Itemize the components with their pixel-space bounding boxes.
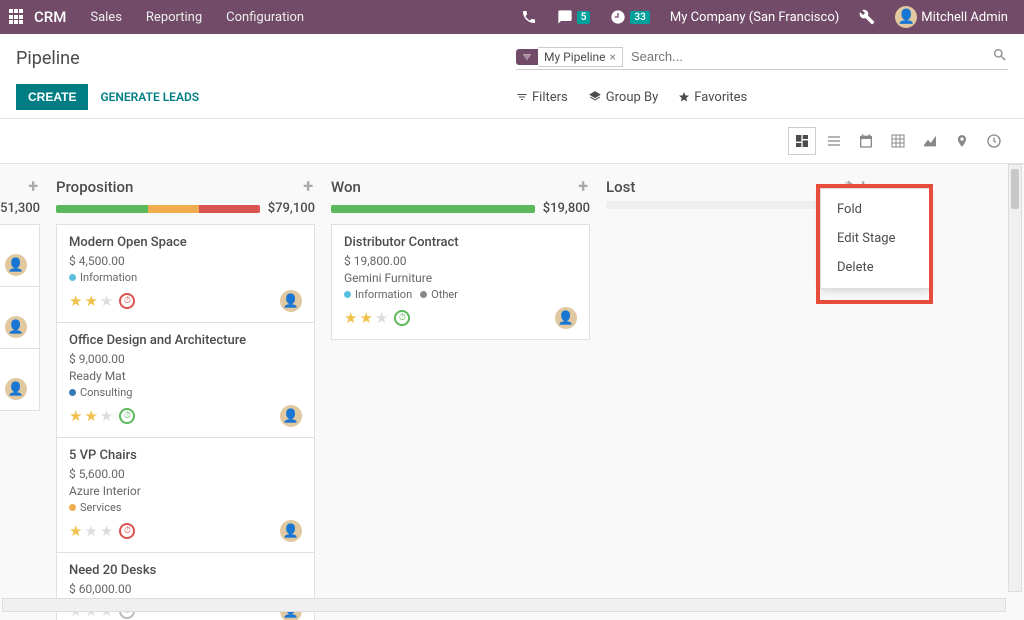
- column-add-icon[interactable]: +: [301, 176, 315, 197]
- activities-icon[interactable]: 33: [602, 9, 657, 25]
- column-add-icon[interactable]: +: [26, 176, 40, 197]
- nav-configuration[interactable]: Configuration: [216, 10, 314, 25]
- messages-badge: 5: [577, 11, 591, 24]
- kanban-card[interactable]: 5 VP Chairs $ 5,600.00 Azure Interior Servi…: [56, 437, 315, 553]
- column-title: Won: [331, 178, 576, 196]
- card-title: Chairs: [0, 297, 27, 312]
- avatar-icon: [895, 6, 917, 28]
- filter-chip[interactable]: My Pipeline×: [538, 47, 623, 67]
- dropdown-delete[interactable]: Delete: [821, 253, 929, 282]
- card-avatar[interactable]: [5, 378, 27, 400]
- generate-leads-button[interactable]: GENERATE LEADS: [100, 90, 199, 104]
- kanban-card[interactable]: Office Design and Architecture $ 9,000.00…: [56, 322, 315, 438]
- search-icon[interactable]: [992, 47, 1008, 67]
- card-priority-stars[interactable]: ★★★⏱: [69, 407, 135, 425]
- kanban-column: Proposition+ $79,100 Modern Open Space $ 4,…: [48, 172, 323, 620]
- kanban-card[interactable]: Distributor Contract $ 19,800.00 Gemini Fu…: [331, 224, 590, 340]
- filters-dropdown[interactable]: Filters: [516, 90, 568, 105]
- view-map-icon[interactable]: [948, 127, 976, 155]
- user-name: Mitchell Admin: [921, 10, 1008, 25]
- card-company: Azure Interior: [69, 484, 302, 498]
- column-total: $19,800: [543, 201, 590, 216]
- filter-chip-icon: [516, 49, 538, 65]
- card-amount: $ 9,000.00: [69, 352, 302, 366]
- apps-icon[interactable]: [8, 8, 26, 26]
- card-amount: $ 5,600.00: [69, 467, 302, 481]
- view-switcher: [0, 127, 1024, 164]
- page-title: Pipeline: [16, 48, 516, 69]
- debug-icon[interactable]: [851, 9, 883, 25]
- column-add-icon[interactable]: +: [576, 176, 590, 197]
- column-title: Proposition: [56, 178, 301, 196]
- voip-icon[interactable]: [513, 9, 545, 25]
- card-avatar[interactable]: [280, 520, 302, 542]
- card-company: Ready Mat: [69, 369, 302, 383]
- search-bar[interactable]: My Pipeline×: [516, 46, 1008, 70]
- card-tags: Services: [69, 501, 302, 514]
- create-button[interactable]: CREATE: [16, 84, 88, 110]
- card-avatar[interactable]: [555, 307, 577, 329]
- filter-chip-remove-icon[interactable]: ×: [610, 50, 616, 64]
- kanban-card[interactable]: Chairs★★★⏱: [0, 286, 40, 349]
- card-amount: $ 60,000.00: [69, 582, 302, 596]
- view-list-icon[interactable]: [820, 127, 848, 155]
- view-graph-icon[interactable]: [916, 127, 944, 155]
- card-company: Gemini Furniture: [344, 271, 577, 285]
- activity-icon[interactable]: ⏱: [119, 523, 135, 539]
- activity-icon[interactable]: ⏱: [119, 293, 135, 309]
- card-avatar[interactable]: [280, 405, 302, 427]
- card-priority-stars[interactable]: ★★★⏱: [344, 309, 410, 327]
- card-priority-stars[interactable]: ★★★⏱: [69, 522, 135, 540]
- top-navbar: CRM Sales Reporting Configuration 5 33 M…: [0, 0, 1024, 34]
- nav-reporting[interactable]: Reporting: [136, 10, 212, 25]
- control-panel: Pipeline My Pipeline× CREATE GENERATE LE…: [0, 34, 1024, 119]
- card-title: ces: [0, 359, 27, 374]
- user-menu[interactable]: Mitchell Admin: [887, 6, 1016, 28]
- groupby-dropdown[interactable]: Group By: [588, 90, 659, 105]
- kanban-column: + $51,300 es: Furnitures★★★⏱Chairs★★★⏱ces★…: [0, 172, 48, 620]
- activity-icon[interactable]: ⏱: [119, 408, 135, 424]
- search-input[interactable]: [623, 46, 992, 67]
- card-title: Need 20 Desks: [69, 563, 302, 578]
- messages-icon[interactable]: 5: [549, 9, 599, 25]
- card-title: 5 VP Chairs: [69, 448, 302, 463]
- card-amount: $ 19,800.00: [344, 254, 577, 268]
- card-avatar[interactable]: [5, 316, 27, 338]
- stage-settings-dropdown: Fold Edit Stage Delete: [820, 188, 930, 289]
- card-title: Modern Open Space: [69, 235, 302, 250]
- app-brand[interactable]: CRM: [34, 8, 66, 26]
- card-title: Distributor Contract: [344, 235, 577, 250]
- column-title: Lost: [606, 178, 838, 196]
- activities-badge: 33: [630, 11, 649, 24]
- view-calendar-icon[interactable]: [852, 127, 880, 155]
- card-avatar[interactable]: [280, 290, 302, 312]
- dropdown-fold[interactable]: Fold: [821, 195, 929, 224]
- horizontal-scrollbar[interactable]: [2, 598, 1006, 612]
- activity-icon[interactable]: ⏱: [394, 310, 410, 326]
- favorites-dropdown[interactable]: Favorites: [678, 90, 747, 105]
- dropdown-edit-stage[interactable]: Edit Stage: [821, 224, 929, 253]
- card-tags: Information: [69, 271, 302, 284]
- column-total: $51,300: [0, 201, 40, 216]
- vertical-scrollbar[interactable]: [1008, 164, 1022, 592]
- column-total: $79,100: [268, 201, 315, 216]
- view-pivot-icon[interactable]: [884, 127, 912, 155]
- kanban-card[interactable]: Modern Open Space $ 4,500.00 Information ★★…: [56, 224, 315, 323]
- kanban-column: Won+ $19,800 Distributor Contract $ 19,800.…: [323, 172, 598, 620]
- card-title: es: Furnitures: [0, 235, 27, 250]
- view-kanban-icon[interactable]: [788, 127, 816, 155]
- company-switcher[interactable]: My Company (San Francisco): [662, 10, 847, 25]
- card-amount: $ 4,500.00: [69, 254, 302, 268]
- card-tags: Consulting: [69, 386, 302, 399]
- kanban-card[interactable]: es: Furnitures★★★⏱: [0, 224, 40, 287]
- kanban-card[interactable]: ces★★★⏱: [0, 348, 40, 411]
- view-activity-icon[interactable]: [980, 127, 1008, 155]
- card-tags: InformationOther: [344, 288, 577, 301]
- card-title: Office Design and Architecture: [69, 333, 302, 348]
- nav-sales[interactable]: Sales: [80, 10, 132, 25]
- column-progress-bar[interactable]: [331, 205, 535, 213]
- card-avatar[interactable]: [5, 254, 27, 276]
- column-progress-bar[interactable]: [56, 205, 260, 213]
- card-priority-stars[interactable]: ★★★⏱: [69, 292, 135, 310]
